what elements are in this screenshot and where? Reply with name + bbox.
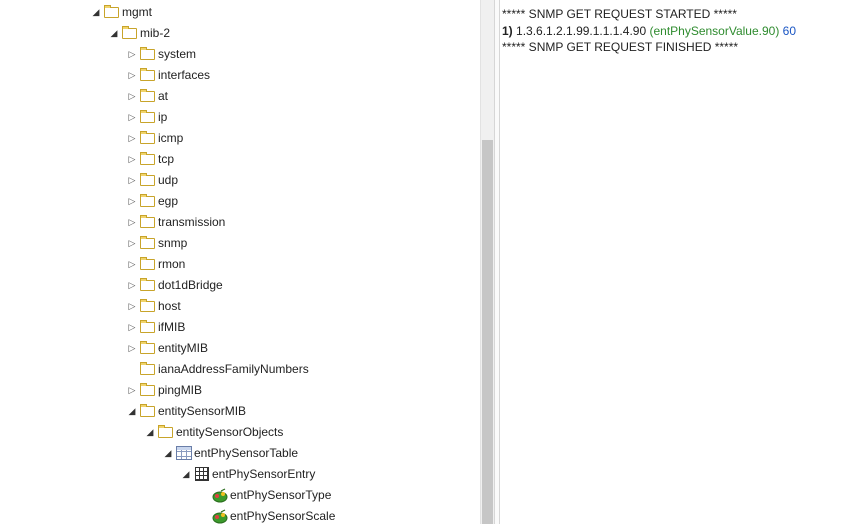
collapsed-arrow-icon[interactable]: ▷ — [126, 317, 138, 338]
folder-icon — [140, 278, 156, 292]
tree-node-label: mgmt — [122, 5, 152, 19]
tree-node-label: entPhySensorTable — [194, 446, 299, 460]
table-entry-icon — [194, 467, 210, 481]
folder-icon — [140, 194, 156, 208]
tree-scrollbar-thumb[interactable] — [482, 140, 493, 524]
folder-icon — [140, 110, 156, 124]
tree-node-label: transmission — [158, 215, 226, 229]
tree-node-label: entitySensorObjects — [176, 425, 284, 439]
folder-icon — [140, 131, 156, 145]
folder-icon — [158, 425, 174, 439]
snmp-output-pane: ***** SNMP GET REQUEST STARTED ***** 1) … — [500, 0, 851, 524]
folder-icon — [140, 404, 156, 418]
folder-icon — [140, 89, 156, 103]
output-result-line: 1) 1.3.6.1.2.1.99.1.1.1.4.90 (entPhySens… — [502, 23, 851, 40]
tree-node-label: entityMIB — [158, 341, 209, 355]
collapsed-arrow-icon[interactable]: ▷ — [126, 86, 138, 107]
table-icon — [176, 446, 192, 460]
folder-icon — [140, 362, 156, 376]
expanded-arrow-icon[interactable]: ◢ — [162, 443, 174, 464]
expanded-arrow-icon[interactable]: ◢ — [180, 464, 192, 485]
collapsed-arrow-icon[interactable]: ▷ — [126, 296, 138, 317]
collapsed-arrow-icon[interactable]: ▷ — [126, 275, 138, 296]
tree-node-label: egp — [158, 194, 179, 208]
tree-node-label: udp — [158, 173, 179, 187]
collapsed-arrow-icon[interactable]: ▷ — [126, 380, 138, 401]
tree-node-label: entitySensorMIB — [158, 404, 247, 418]
leaf-object-icon — [212, 488, 228, 503]
tree-node-label: icmp — [158, 131, 184, 145]
collapsed-arrow-icon[interactable]: ▷ — [126, 44, 138, 65]
tree-node-label: at — [158, 89, 169, 103]
folder-icon — [122, 26, 138, 40]
expanded-arrow-icon[interactable]: ◢ — [144, 422, 156, 443]
output-finish-line: ***** SNMP GET REQUEST FINISHED ***** — [502, 40, 739, 54]
leaf-object-icon — [212, 509, 228, 524]
expanded-arrow-icon[interactable]: ◢ — [126, 401, 138, 422]
folder-icon — [140, 320, 156, 334]
result-value: 60 — [782, 23, 797, 38]
collapsed-arrow-icon[interactable]: ▷ — [126, 191, 138, 212]
expanded-arrow-icon[interactable]: ◢ — [108, 23, 120, 44]
tree-scrollbar[interactable] — [480, 0, 494, 524]
collapsed-arrow-icon[interactable]: ▷ — [126, 65, 138, 86]
tree-node-label: snmp — [158, 236, 188, 250]
collapsed-arrow-icon[interactable]: ▷ — [126, 254, 138, 275]
mib-tree-pane: ◢ mgmt ◢ mib-2 ▷ system ▷ interfaces ▷ at ▷ ip ▷ icmp… — [0, 0, 480, 524]
expanded-arrow-icon[interactable]: ◢ — [90, 2, 102, 23]
collapsed-arrow-icon[interactable]: ▷ — [126, 338, 138, 359]
collapsed-arrow-icon[interactable]: ▷ — [126, 170, 138, 191]
folder-icon — [104, 5, 120, 19]
folder-icon — [140, 215, 156, 229]
output-start-line: ***** SNMP GET REQUEST STARTED ***** — [502, 7, 737, 21]
result-index: 1) — [502, 23, 513, 38]
folder-icon — [140, 173, 156, 187]
folder-icon — [140, 257, 156, 271]
tree-node-label: ianaAddressFamilyNumbers — [158, 362, 309, 376]
tree-node-label: dot1dBridge — [158, 278, 223, 292]
tree-node-label: rmon — [158, 257, 186, 271]
tree-node-label: ifMIB — [158, 320, 186, 334]
folder-icon — [140, 68, 156, 82]
folder-icon — [140, 341, 156, 355]
collapsed-arrow-icon[interactable]: ▷ — [126, 128, 138, 149]
folder-icon — [140, 152, 156, 166]
tree-node-label: pingMIB — [158, 383, 203, 397]
result-oid-name: (entPhySensorValue.90) — [649, 23, 780, 38]
tree-node-label: mib-2 — [140, 26, 171, 40]
tree-node-label: system — [158, 47, 197, 61]
folder-icon — [140, 47, 156, 61]
folder-icon — [140, 299, 156, 313]
tree-node-label: host — [158, 299, 181, 313]
collapsed-arrow-icon[interactable]: ▷ — [126, 212, 138, 233]
folder-icon — [140, 383, 156, 397]
tree-node-label: entPhySensorType — [230, 488, 332, 502]
tree-node-label: entPhySensorEntry — [212, 467, 316, 481]
collapsed-arrow-icon[interactable]: ▷ — [126, 233, 138, 254]
result-oid: 1.3.6.1.2.1.99.1.1.1.4.90 — [516, 23, 647, 38]
folder-icon — [140, 236, 156, 250]
tree-node-label: tcp — [158, 152, 175, 166]
collapsed-arrow-icon[interactable]: ▷ — [126, 107, 138, 128]
tree-node-label: entPhySensorScale — [230, 509, 336, 523]
tree-node-label: ip — [158, 110, 168, 124]
collapsed-arrow-icon[interactable]: ▷ — [126, 149, 138, 170]
tree-node-label: interfaces — [158, 68, 211, 82]
